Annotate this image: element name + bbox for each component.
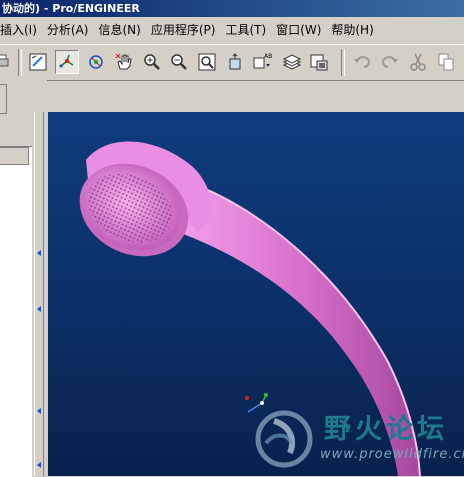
window-title-bar: 协动的) - Pro/ENGINEER bbox=[0, 0, 464, 17]
cut-icon bbox=[410, 53, 426, 71]
pan-hand-icon bbox=[115, 53, 132, 70]
reorient-icon bbox=[229, 53, 241, 70]
menu-help[interactable]: 帮助(H) bbox=[327, 18, 379, 43]
copy-icon bbox=[438, 53, 454, 71]
menu-bar: 插入(I) 分析(A) 信息(N) 应用程序(P) 工具(T) 窗口(W) 帮助(H) bbox=[0, 18, 464, 43]
zoom-out-icon bbox=[171, 54, 187, 70]
zoom-in-button[interactable] bbox=[140, 50, 164, 74]
copy-button[interactable] bbox=[434, 50, 458, 74]
menu-window[interactable]: 窗口(W) bbox=[272, 18, 327, 43]
collapse-arrow-icon[interactable] bbox=[37, 250, 41, 256]
print-button[interactable] bbox=[0, 50, 14, 74]
zoom-in-icon bbox=[144, 54, 160, 70]
menu-analysis[interactable]: 分析(A) bbox=[43, 18, 95, 43]
graphics-viewport[interactable]: 野火论坛 www.proewildfire.cn bbox=[48, 112, 464, 476]
spin-center-button[interactable] bbox=[55, 50, 79, 74]
menu-info[interactable]: 信息(N) bbox=[94, 18, 146, 43]
orient-mode-icon bbox=[89, 55, 103, 69]
spin-center-icon bbox=[59, 54, 74, 68]
print-icon bbox=[0, 54, 9, 67]
refit-button[interactable] bbox=[195, 50, 219, 74]
pan-button[interactable] bbox=[112, 50, 136, 74]
watermark: 野火论坛 www.proewildfire.cn bbox=[255, 405, 464, 475]
saved-views-button[interactable]: AB bbox=[251, 50, 275, 74]
reorient-button[interactable] bbox=[223, 50, 247, 74]
redo-button[interactable] bbox=[378, 50, 402, 74]
redo-icon bbox=[382, 56, 398, 68]
layers-icon bbox=[282, 54, 302, 70]
model-display-icon bbox=[310, 54, 328, 71]
panel-splitter[interactable] bbox=[34, 112, 44, 476]
refit-icon bbox=[198, 53, 216, 71]
wildfire-logo-icon bbox=[255, 410, 313, 468]
collapse-arrow-icon[interactable] bbox=[37, 306, 41, 312]
undo-button[interactable] bbox=[350, 50, 374, 74]
navigator-tab[interactable] bbox=[0, 84, 7, 114]
collapse-arrow-icon[interactable] bbox=[37, 462, 41, 468]
zoom-out-button[interactable] bbox=[167, 50, 191, 74]
saved-views-label: AB bbox=[264, 53, 272, 60]
watermark-title: 野火论坛 bbox=[324, 414, 448, 445]
repaint-button[interactable] bbox=[26, 50, 50, 74]
cut-button[interactable] bbox=[406, 50, 430, 74]
model-tree[interactable] bbox=[0, 146, 32, 477]
menu-insert[interactable]: 插入(I) bbox=[0, 18, 43, 43]
model-display-button[interactable] bbox=[307, 50, 331, 74]
model-tree-header bbox=[0, 147, 29, 165]
repaint-icon bbox=[29, 53, 47, 71]
watermark-url: www.proewildfire.cn bbox=[320, 447, 464, 462]
menu-applications[interactable]: 应用程序(P) bbox=[147, 18, 222, 43]
layers-button[interactable] bbox=[280, 50, 304, 74]
saved-views-icon: AB bbox=[253, 53, 272, 69]
orient-mode-button[interactable] bbox=[84, 50, 108, 74]
toolbar: AB bbox=[0, 44, 464, 81]
window-title: 协动的) - Pro/ENGINEER bbox=[2, 2, 140, 15]
undo-icon bbox=[354, 56, 370, 68]
menu-tools[interactable]: 工具(T) bbox=[221, 18, 272, 43]
collapse-arrow-icon[interactable] bbox=[37, 408, 41, 414]
